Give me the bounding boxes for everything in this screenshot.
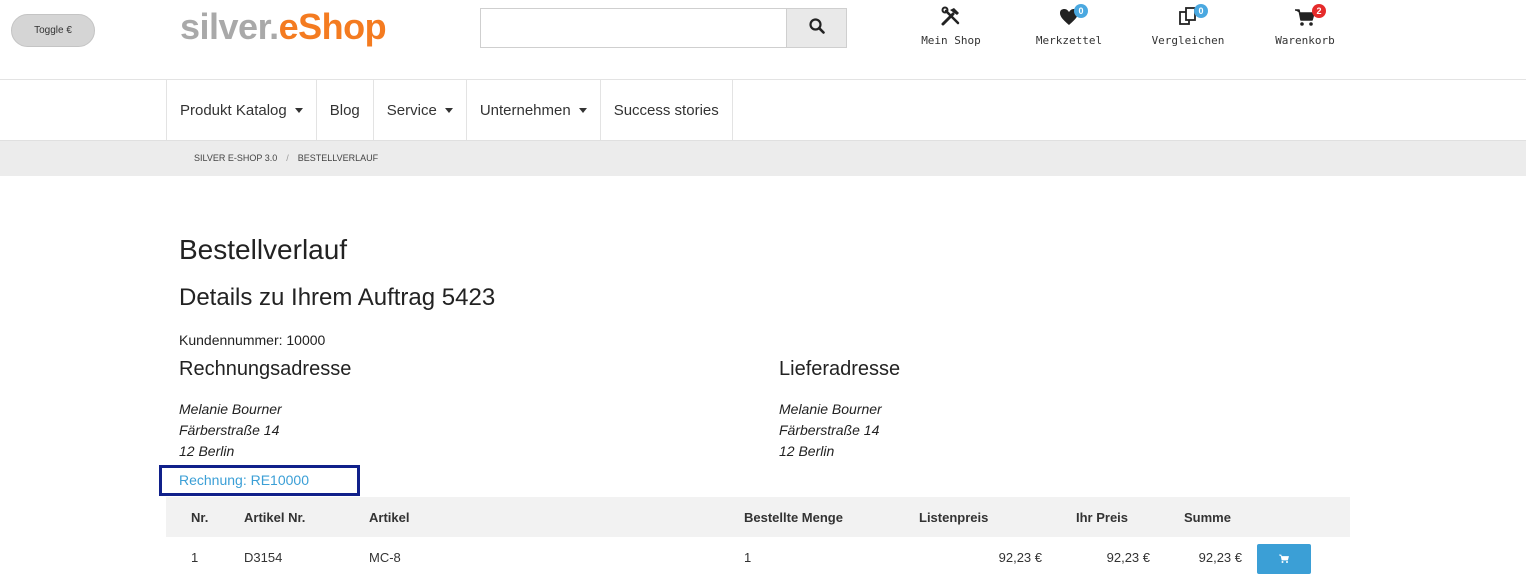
nav-item-label: Blog: [329, 101, 360, 119]
cart-icon: [1278, 552, 1290, 567]
caret-down-icon: [294, 107, 303, 113]
nav-item-success-stories[interactable]: Success stories: [601, 80, 733, 140]
column-header-quantity: Bestellte Menge: [744, 509, 843, 525]
cell-sum: 92,23 €: [1198, 549, 1242, 565]
vergleichen-link[interactable]: 0 Vergleichen: [1138, 4, 1238, 47]
caret-down-icon: [578, 107, 587, 113]
warenkorb-link[interactable]: 2 Warenkorb: [1255, 4, 1355, 47]
breadcrumb: SILVER E-SHOP 3.0 / BESTELLVERLAUF: [0, 140, 1526, 176]
table-header-row: Nr. Artikel Nr. Artikel Bestellte Menge …: [166, 497, 1350, 537]
merkzettel-link[interactable]: 0 Merkzettel: [1019, 4, 1119, 47]
warenkorb-label: Warenkorb: [1275, 34, 1335, 47]
column-header-your-price: Ihr Preis: [1076, 509, 1129, 525]
logo-part-eshop: eShop: [278, 6, 387, 47]
nav-item-label: Service: [386, 101, 437, 119]
table-row: 1 D3154 MC-8 1 92,23 € 92,23 € 92,23 €: [166, 537, 1350, 574]
billing-street: Färberstraße 14: [179, 422, 280, 438]
invoice-link-label: Rechnung: RE10000: [179, 472, 309, 488]
site-logo[interactable]: silver.eShop: [180, 6, 387, 48]
merkzettel-label: Merkzettel: [1035, 34, 1103, 47]
search-input[interactable]: [480, 8, 786, 48]
cell-nr: 1: [191, 549, 199, 565]
mein-shop-label: Mein Shop: [921, 34, 981, 47]
search-icon: [808, 17, 825, 39]
shipping-address: Melanie Bourner Färberstraße 14 12 Berli…: [779, 399, 882, 462]
shipping-address-heading: Lieferadresse: [779, 358, 901, 380]
tools-icon: [940, 6, 962, 30]
billing-city: 12 Berlin: [179, 443, 235, 459]
cell-list-price: 92,23 €: [998, 549, 1042, 565]
order-details-heading: Details zu Ihrem Auftrag 5423: [179, 284, 496, 311]
vergleichen-count-badge: 0: [1194, 4, 1208, 18]
nav-item-unternehmen[interactable]: Unternehmen: [467, 80, 601, 140]
customer-number: Kundennummer: 10000: [179, 332, 326, 348]
billing-address-heading: Rechnungsadresse: [179, 358, 352, 380]
nav-item-produkt-katalog[interactable]: Produkt Katalog: [166, 80, 317, 140]
mein-shop-link[interactable]: Mein Shop: [901, 6, 1001, 47]
shipping-street: Färberstraße 14: [779, 422, 880, 438]
column-header-article: Artikel: [369, 509, 410, 525]
merkzettel-count-badge: 0: [1074, 4, 1088, 18]
currency-toggle-button[interactable]: Toggle €: [11, 14, 95, 47]
shipping-name: Melanie Bourner: [779, 401, 882, 417]
cell-article[interactable]: MC-8: [369, 550, 401, 565]
search-button[interactable]: [786, 8, 847, 48]
cell-quantity: 1: [744, 549, 752, 565]
column-header-sum: Summe: [1184, 509, 1231, 525]
main-navigation: Produkt Katalog Blog Service Unternehmen…: [166, 80, 733, 140]
invoice-link[interactable]: Rechnung: RE10000: [159, 465, 360, 496]
caret-down-icon: [444, 107, 453, 113]
billing-name: Melanie Bourner: [179, 401, 282, 417]
currency-toggle-label: Toggle €: [34, 25, 72, 36]
warenkorb-count-badge: 2: [1312, 4, 1326, 18]
nav-item-service[interactable]: Service: [374, 80, 467, 140]
breadcrumb-current: BESTELLVERLAUF: [297, 153, 379, 163]
shipping-city: 12 Berlin: [779, 443, 835, 459]
column-header-article-no: Artikel Nr.: [244, 509, 306, 525]
page-title: Bestellverlauf: [179, 234, 348, 265]
billing-address: Melanie Bourner Färberstraße 14 12 Berli…: [179, 399, 282, 462]
cell-your-price: 92,23 €: [1106, 549, 1150, 565]
logo-part-silver: silver.: [180, 6, 279, 47]
add-to-cart-button[interactable]: [1257, 544, 1311, 574]
nav-item-label: Produkt Katalog: [180, 101, 287, 119]
breadcrumb-separator: /: [286, 153, 289, 163]
vergleichen-label: Vergleichen: [1151, 34, 1225, 47]
breadcrumb-home-link[interactable]: SILVER E-SHOP 3.0: [194, 153, 277, 163]
cell-article-no: D3154: [244, 549, 283, 565]
nav-item-label: Unternehmen: [479, 101, 571, 119]
nav-item-label: Success stories: [613, 101, 719, 119]
search-bar: [480, 8, 847, 48]
nav-item-blog[interactable]: Blog: [317, 80, 374, 140]
column-header-nr: Nr.: [191, 509, 209, 525]
column-header-list-price: Listenpreis: [919, 509, 989, 525]
order-items-table: Nr. Artikel Nr. Artikel Bestellte Menge …: [166, 497, 1350, 574]
